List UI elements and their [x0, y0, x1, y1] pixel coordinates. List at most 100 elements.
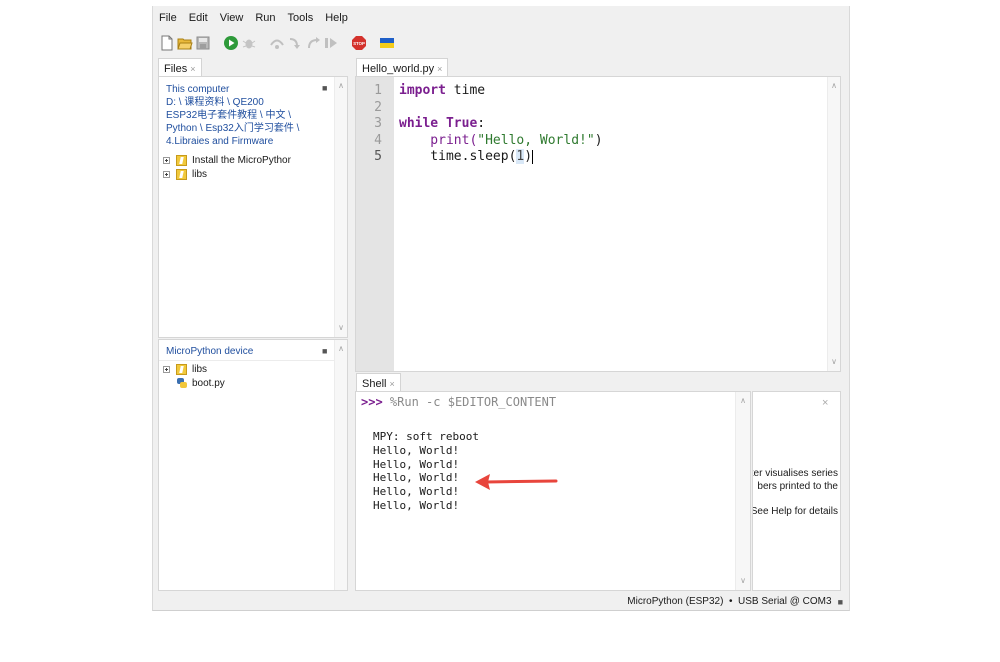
menu-tools[interactable]: Tools	[288, 12, 314, 28]
scroll-down-icon[interactable]: ∨	[736, 576, 750, 586]
shell-output-line: Hello, World!	[373, 443, 460, 457]
plotter-hint: tter visualises series bers printed to t…	[752, 467, 838, 518]
vertical-scrollbar[interactable]: ∧	[334, 340, 347, 590]
shell-prompt: >>>	[361, 395, 383, 409]
menu-edit[interactable]: Edit	[189, 12, 208, 28]
device-title[interactable]: MicroPython device	[166, 346, 253, 357]
computer-file-list: Install the MicroPythor libs	[163, 153, 291, 181]
debug-icon[interactable]	[241, 35, 257, 51]
list-item[interactable]: boot.py	[163, 376, 225, 390]
line-number-gutter: 1 2 3 4 5	[356, 77, 394, 371]
shell-command-line: >>> %Run -c $EDITOR_CONTENT	[361, 395, 556, 409]
expand-icon[interactable]	[163, 170, 170, 178]
plotter-hint-line: See Help for details	[752, 506, 838, 517]
expand-icon[interactable]	[163, 365, 170, 373]
shell-output: MPY: soft reboot Hello, World! Hello, Wo…	[373, 430, 479, 513]
step-over-icon[interactable]	[269, 35, 285, 51]
text-cursor	[532, 149, 534, 164]
code-line-5: time.sleep(1)	[399, 149, 534, 164]
computer-path: This computer D: \ 课程资料 \ QE200 ESP32电子套…	[166, 83, 299, 148]
status-menu-icon[interactable]: ■	[838, 597, 843, 607]
path-segment[interactable]: 4.Libraies and Firmware	[166, 135, 299, 148]
code-line-1: import time	[399, 83, 486, 98]
menu-view[interactable]: View	[220, 12, 244, 28]
code-line-4: print("Hello, World!")	[399, 132, 603, 148]
list-item-label: libs	[192, 363, 208, 375]
shell-output-line: Hello, World!	[373, 457, 460, 471]
tab-files-label: Files	[164, 62, 188, 75]
shell-command: %Run -c $EDITOR_CONTENT	[389, 395, 557, 409]
plotter-hint-line: bers printed to the	[757, 481, 838, 492]
code-line-3: while True:	[399, 116, 486, 131]
status-interpreter[interactable]: MicroPython (ESP32) • USB Serial @ COM3	[627, 596, 831, 607]
scroll-up-icon[interactable]: ∧	[828, 81, 840, 91]
stop-icon[interactable]: STOP	[351, 35, 367, 51]
files-computer-panel: This computer D: \ 课程资料 \ QE200 ESP32电子套…	[158, 76, 348, 338]
svg-text:STOP: STOP	[353, 41, 365, 46]
ukraine-flag-icon[interactable]	[379, 35, 395, 51]
annotation-arrow-icon	[475, 474, 558, 490]
step-into-icon[interactable]	[287, 35, 303, 51]
folder-icon	[176, 154, 187, 166]
list-item[interactable]: libs	[163, 362, 225, 376]
shell-output-line: Hello, World!	[373, 485, 460, 499]
scroll-down-icon[interactable]: ∨	[828, 357, 840, 367]
tab-editor-hello-world[interactable]: Hello_world.py ×	[356, 58, 449, 76]
menu-bar: File Edit View Run Tools Help	[159, 12, 360, 28]
code-editor[interactable]: 1 2 3 4 5 import time while True: print(…	[355, 76, 841, 372]
scroll-down-icon[interactable]: ∨	[335, 323, 347, 333]
shell-output-line: Hello, World!	[373, 471, 460, 485]
shell-output-line: Hello, World!	[373, 498, 460, 512]
list-item-label: Install the MicroPythor	[192, 154, 291, 166]
line-number: 4	[374, 132, 382, 148]
close-icon[interactable]: ×	[389, 379, 394, 389]
panel-menu-icon[interactable]: ■	[322, 346, 327, 356]
run-icon[interactable]	[223, 35, 239, 51]
vertical-scrollbar[interactable]: ∧ ∨	[334, 77, 347, 337]
vertical-scrollbar[interactable]: ∧ ∨	[827, 77, 840, 371]
line-number: 5	[374, 149, 382, 164]
tab-shell-label: Shell	[362, 377, 387, 390]
path-segment[interactable]: D: \ 课程资料 \ QE200	[166, 96, 299, 109]
python-file-icon	[176, 377, 188, 389]
line-number: 1	[374, 83, 382, 98]
scroll-up-icon[interactable]: ∧	[335, 344, 347, 354]
new-file-icon[interactable]	[159, 35, 175, 51]
path-segment[interactable]: Python \ Esp32入门学习套件 \	[166, 122, 299, 135]
line-number: 2	[374, 99, 382, 115]
line-number: 3	[374, 116, 382, 131]
list-item-label: libs	[192, 168, 208, 180]
scroll-up-icon[interactable]: ∧	[335, 81, 347, 91]
save-icon[interactable]	[195, 35, 211, 51]
close-icon[interactable]: ×	[437, 64, 442, 74]
tab-shell[interactable]: Shell ×	[356, 373, 401, 391]
close-icon[interactable]: ×	[822, 397, 828, 409]
thonny-window: File Edit View Run Tools Help STOP Files…	[152, 6, 850, 611]
device-file-list: libs boot.py	[163, 362, 225, 390]
panel-menu-icon[interactable]: ■	[322, 83, 327, 93]
toolbar: STOP	[159, 35, 397, 51]
status-bar: MicroPython (ESP32) • USB Serial @ COM3 …	[153, 593, 849, 610]
path-this-computer[interactable]: This computer	[166, 83, 299, 96]
list-item-label: boot.py	[192, 377, 225, 389]
menu-help[interactable]: Help	[325, 12, 348, 28]
code-content[interactable]: import time while True: print("Hello, Wo…	[399, 83, 603, 166]
folder-icon	[176, 363, 187, 375]
path-segment[interactable]: ESP32电子套件教程 \ 中文 \	[166, 109, 299, 122]
resume-icon[interactable]	[323, 35, 339, 51]
scroll-up-icon[interactable]: ∧	[736, 396, 750, 406]
list-item[interactable]: Install the MicroPythor	[163, 153, 291, 167]
close-icon[interactable]: ×	[190, 64, 195, 74]
vertical-scrollbar[interactable]: ∧ ∨	[735, 392, 750, 590]
menu-file[interactable]: File	[159, 12, 177, 28]
shell-output-line: MPY: soft reboot	[373, 430, 479, 443]
menu-run[interactable]: Run	[255, 12, 275, 28]
plotter-panel: × tter visualises series bers printed to…	[752, 391, 841, 591]
step-out-icon[interactable]	[305, 35, 321, 51]
list-item[interactable]: libs	[163, 167, 291, 181]
open-folder-icon[interactable]	[177, 35, 193, 51]
expand-icon[interactable]	[163, 156, 170, 164]
plotter-hint-line: tter visualises series	[752, 468, 838, 479]
tab-files[interactable]: Files ×	[158, 58, 202, 76]
